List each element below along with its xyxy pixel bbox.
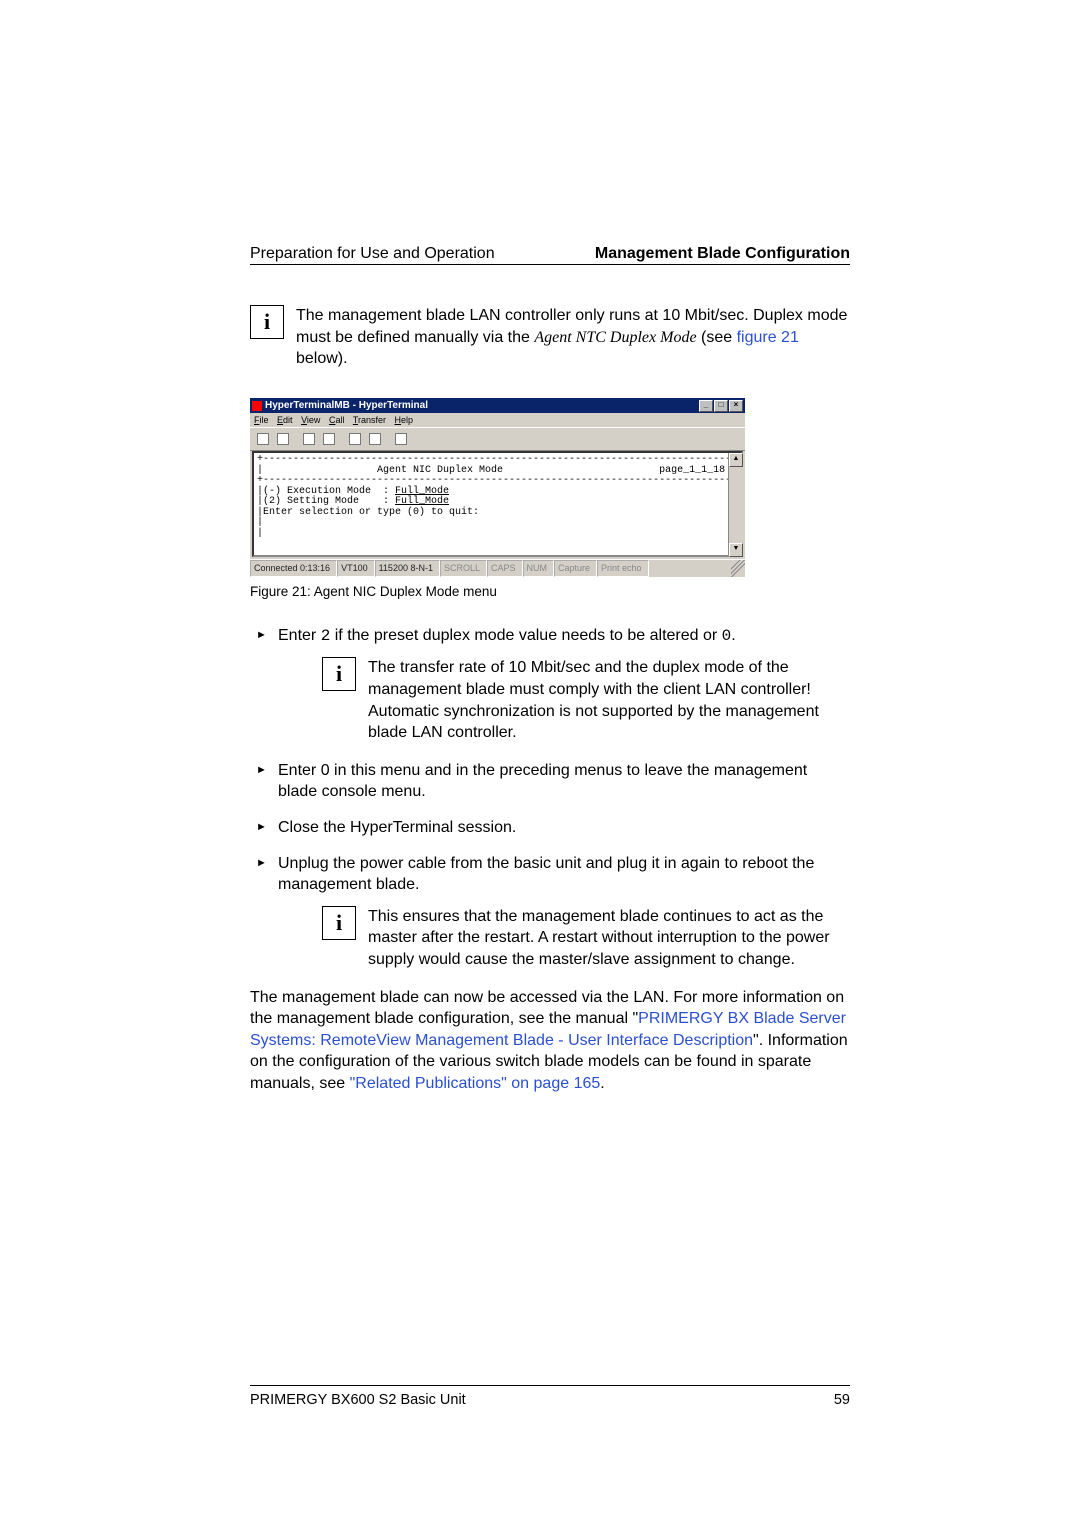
status-connected: Connected 0:13:16 (250, 560, 337, 576)
header-rule (250, 264, 850, 265)
term-blank2: | (257, 528, 263, 539)
window-title: HyperTerminalMB - HyperTerminal (265, 399, 428, 413)
term-row2-val: Full_Mode (395, 496, 449, 507)
figure-link[interactable]: figure 21 (737, 329, 799, 346)
terminal-screen[interactable]: +---------------------------------------… (252, 451, 743, 557)
tb-properties-icon[interactable] (392, 430, 410, 448)
tb-disconnect-icon[interactable] (320, 430, 338, 448)
b1-c: . (731, 627, 735, 644)
status-term: VT100 (337, 560, 375, 576)
window-controls: _ □ × (699, 400, 743, 412)
page-content: The management blade LAN controller only… (250, 305, 850, 1094)
info-text: The management blade LAN controller only… (296, 305, 850, 370)
related-publications-link[interactable]: "Related Publications" on page 165 (350, 1075, 601, 1092)
tb-open-icon[interactable] (274, 430, 292, 448)
info-text-2: The transfer rate of 10 Mbit/sec and the… (368, 657, 850, 743)
header-right: Management Blade Configuration (595, 245, 850, 263)
maximize-button[interactable]: □ (714, 400, 728, 412)
menu-call[interactable]: Call (329, 415, 345, 425)
info-text-b: (see (697, 329, 737, 346)
b1-a: Enter (278, 627, 321, 644)
info-note-2: The transfer rate of 10 Mbit/sec and the… (322, 657, 850, 743)
step-enter-2: Enter 2 if the preset duplex mode value … (250, 625, 850, 744)
menu-file[interactable]: File (254, 415, 269, 425)
status-echo: Print echo (597, 560, 649, 576)
resize-grip-icon[interactable] (731, 560, 745, 576)
status-baud: 115200 8-N-1 (375, 560, 440, 576)
status-capture: Capture (554, 560, 597, 576)
b4-text: Unplug the power cable from the basic un… (278, 855, 814, 894)
info-note-3: This ensures that the management blade c… (322, 906, 850, 971)
closing-c: . (600, 1075, 604, 1092)
figure-caption: Figure 21: Agent NIC Duplex Mode menu (250, 583, 850, 601)
tb-connect-icon[interactable] (300, 430, 318, 448)
info-text-c: below). (296, 350, 348, 367)
term-title: Agent NIC Duplex Mode (377, 465, 503, 476)
info-icon (250, 305, 284, 339)
closing-paragraph: The management blade can now be accessed… (250, 987, 850, 1095)
scrollbar[interactable]: ▲ ▼ (728, 453, 743, 557)
term-row2-pre: |(2) Setting Mode : (257, 496, 395, 507)
window-titlebar: HyperTerminalMB - HyperTerminal _ □ × (250, 398, 745, 414)
menu-transfer[interactable]: Transfer (353, 415, 386, 425)
term-prompt: |Enter selection or type (0) to quit: (257, 507, 479, 518)
tb-receive-icon[interactable] (366, 430, 384, 448)
status-bar: Connected 0:13:16 VT100 115200 8-N-1 SCR… (250, 559, 745, 576)
term-border-top: +---------------------------------------… (257, 454, 737, 465)
info-icon (322, 906, 356, 940)
step-unplug: Unplug the power cable from the basic un… (250, 853, 850, 971)
info-icon (322, 657, 356, 691)
footer-page-number: 59 (834, 1392, 850, 1408)
menu-help[interactable]: Help (395, 415, 414, 425)
term-page: page_1_1_18 (659, 465, 725, 476)
close-button[interactable]: × (729, 400, 743, 412)
page-header: Preparation for Use and Operation Manage… (250, 245, 850, 263)
info-note: The management blade LAN controller only… (250, 305, 850, 370)
b1-zero: 0 (722, 627, 732, 645)
menu-edit[interactable]: Edit (277, 415, 293, 425)
app-icon (252, 401, 262, 411)
b1-b: if the preset duplex mode value needs to… (330, 627, 721, 644)
document-page: Preparation for Use and Operation Manage… (0, 0, 1080, 1528)
b1-two: 2 (321, 627, 331, 645)
step-list: Enter 2 if the preset duplex mode value … (250, 625, 850, 971)
term-blank1: | (257, 517, 263, 528)
menu-bar: File Edit View Call Transfer Help (250, 413, 745, 427)
terminal-body: +---------------------------------------… (250, 451, 745, 559)
info-duplex-italic: Agent NTC Duplex Mode (534, 329, 696, 346)
tb-send-icon[interactable] (346, 430, 364, 448)
status-num: NUM (523, 560, 555, 576)
footer-left: PRIMERGY BX600 S2 Basic Unit (250, 1392, 466, 1408)
toolbar (250, 427, 745, 451)
scroll-up-icon[interactable]: ▲ (729, 453, 743, 467)
hyperterminal-window: HyperTerminalMB - HyperTerminal _ □ × Fi… (250, 398, 745, 577)
minimize-button[interactable]: _ (699, 400, 713, 412)
header-left: Preparation for Use and Operation (250, 245, 495, 263)
menu-view[interactable]: View (301, 415, 320, 425)
term-border-mid: +---------------------------------------… (257, 475, 737, 486)
term-title-mid (503, 465, 659, 476)
status-caps: CAPS (487, 560, 523, 576)
status-scroll: SCROLL (440, 560, 487, 576)
step-enter-0: Enter 0 in this menu and in the precedin… (250, 760, 850, 803)
term-title-pre: | (257, 465, 377, 476)
step-close-session: Close the HyperTerminal session. (250, 817, 850, 839)
footer-rule (250, 1385, 850, 1386)
tb-new-icon[interactable] (254, 430, 272, 448)
info-text-3: This ensures that the management blade c… (368, 906, 850, 971)
page-footer: PRIMERGY BX600 S2 Basic Unit 59 (250, 1385, 850, 1408)
scroll-down-icon[interactable]: ▼ (729, 543, 743, 557)
